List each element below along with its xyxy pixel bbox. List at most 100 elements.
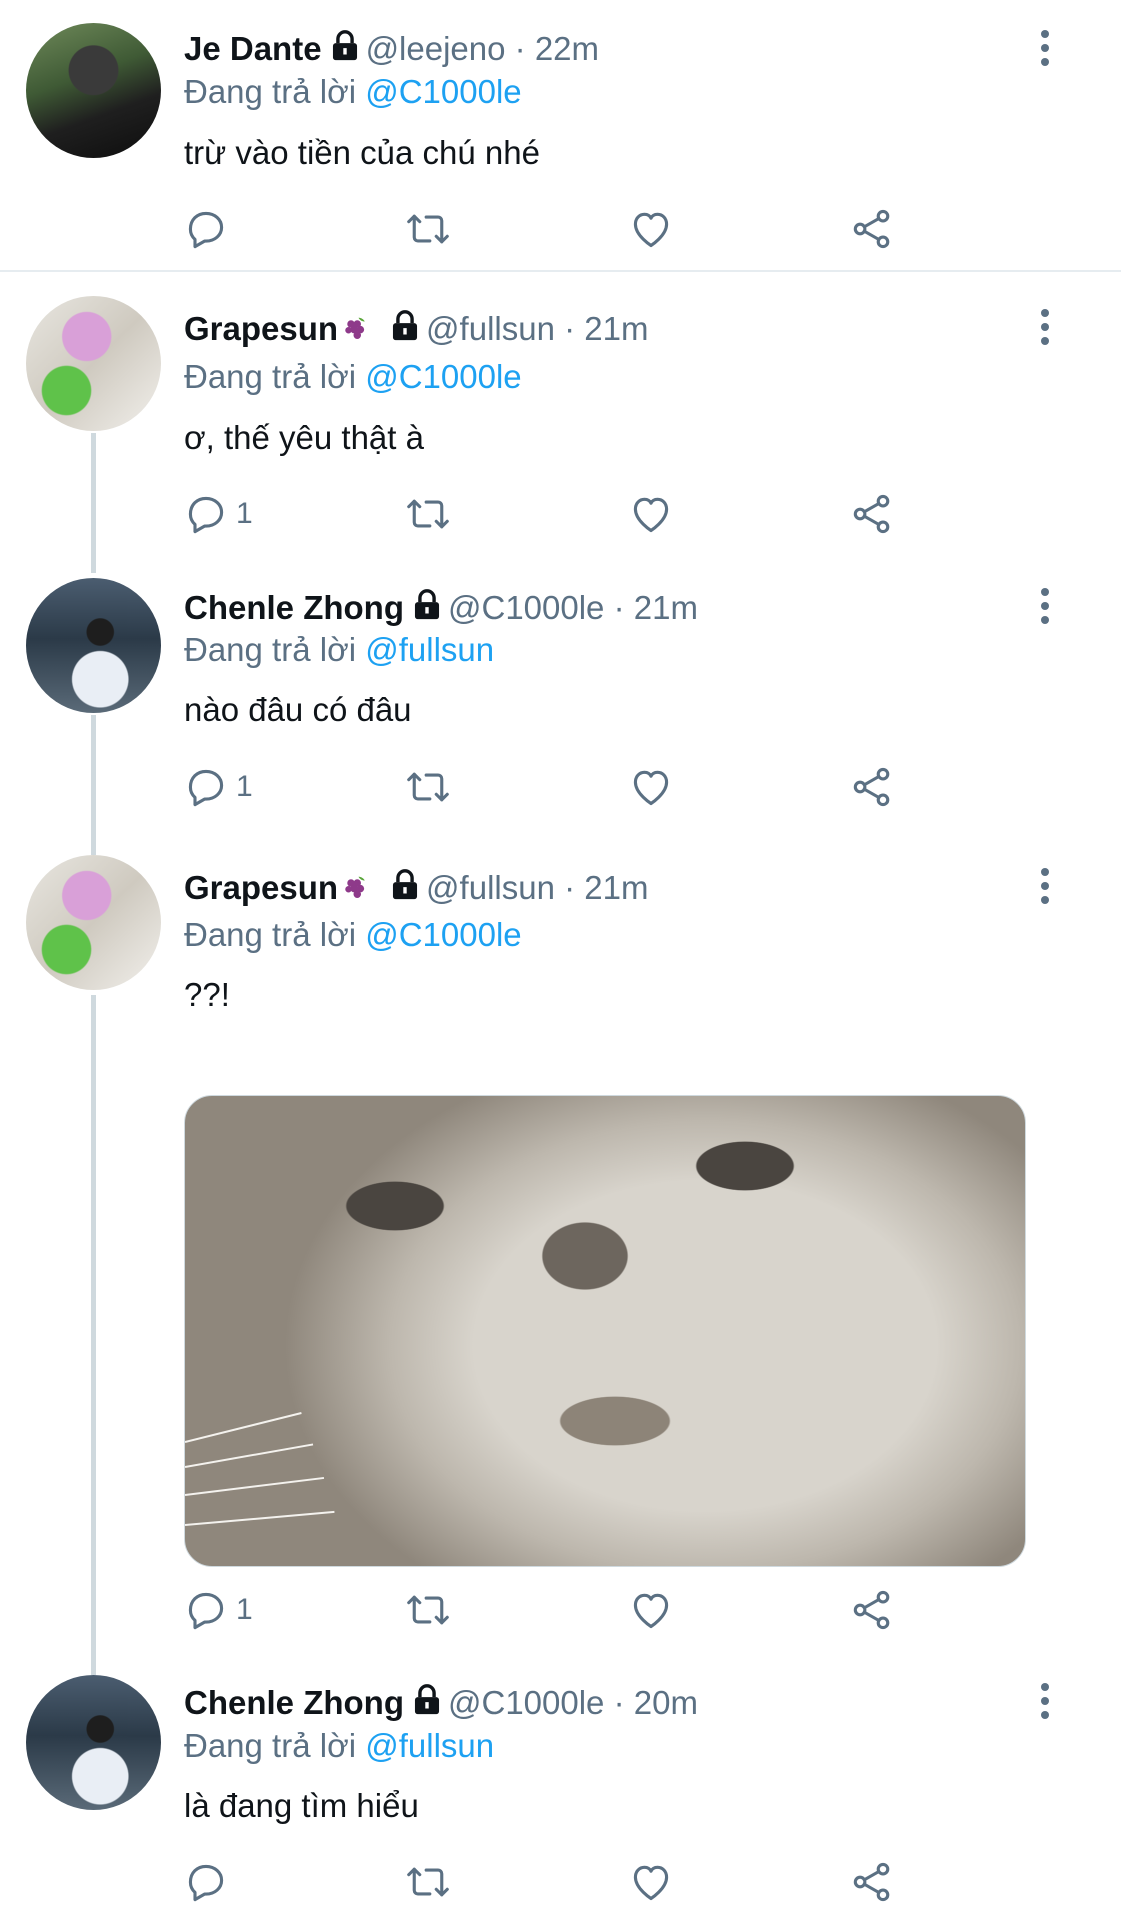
reply-prefix: Đang trả lời <box>184 1727 357 1764</box>
reply-button[interactable] <box>184 1860 228 1906</box>
whisker-decoration <box>185 1476 325 1496</box>
reply-prefix: Đang trả lời <box>184 916 357 953</box>
avatar[interactable] <box>26 578 161 713</box>
reply-icon <box>184 1860 228 1904</box>
retweet-button[interactable] <box>404 492 452 538</box>
reply-button[interactable]: 1 <box>184 492 253 538</box>
more-vertical-icon[interactable] <box>1030 28 1060 68</box>
mention-link[interactable]: @C1000le <box>365 358 521 395</box>
like-button[interactable] <box>629 1588 673 1634</box>
thread-line <box>91 433 96 573</box>
reply-button[interactable] <box>184 207 228 253</box>
tweet-text: nào đâu có đâu <box>184 691 412 728</box>
display-name[interactable]: Grapesun <box>184 310 338 347</box>
more-vertical-icon[interactable] <box>1030 866 1060 906</box>
more-vertical-icon[interactable] <box>1030 586 1060 626</box>
more-vertical-icon[interactable] <box>1030 307 1060 347</box>
share-icon <box>850 492 894 536</box>
lock-icon <box>388 309 422 352</box>
retweet-icon <box>404 1860 452 1904</box>
reply-button[interactable]: 1 <box>184 765 253 811</box>
share-icon <box>850 1588 894 1632</box>
share-icon <box>850 765 894 809</box>
grape-emoji-icon <box>340 872 372 902</box>
timestamp[interactable]: · 20m <box>614 1684 698 1721</box>
tweet-actions <box>184 207 904 253</box>
reply-button[interactable]: 1 <box>184 1588 253 1634</box>
share-icon <box>850 1860 894 1904</box>
share-button[interactable] <box>850 1588 894 1634</box>
timestamp[interactable]: · 22m <box>515 30 599 67</box>
tweet-media-image[interactable] <box>184 1095 1026 1567</box>
avatar[interactable] <box>26 296 161 431</box>
avatar[interactable] <box>26 23 161 158</box>
reply-prefix: Đang trả lời <box>184 631 357 668</box>
handle[interactable]: @fullsun <box>426 869 555 906</box>
heart-icon <box>629 765 673 809</box>
like-button[interactable] <box>629 1860 673 1906</box>
reply-prefix: Đang trả lời <box>184 358 357 395</box>
avatar[interactable] <box>26 855 161 990</box>
handle[interactable]: @fullsun <box>426 310 555 347</box>
tweet-text: ??! <box>184 976 230 1013</box>
lock-icon <box>410 588 444 631</box>
heart-icon <box>629 492 673 536</box>
retweet-button[interactable] <box>404 765 452 811</box>
more-vertical-icon[interactable] <box>1030 1681 1060 1721</box>
tweet-divider <box>0 270 1121 272</box>
heart-icon <box>629 1860 673 1904</box>
reply-count: 1 <box>236 770 253 803</box>
heart-icon <box>629 1588 673 1632</box>
mention-link[interactable]: @C1000le <box>365 73 521 110</box>
grape-emoji-icon <box>340 313 372 343</box>
heart-icon <box>629 207 673 251</box>
lock-icon <box>388 868 422 911</box>
lock-icon <box>328 29 362 72</box>
retweet-icon <box>404 1588 452 1632</box>
mention-link[interactable]: @C1000le <box>365 916 521 953</box>
whisker-decoration <box>185 1411 302 1443</box>
handle[interactable]: @C1000le <box>448 589 604 626</box>
avatar[interactable] <box>26 1675 161 1810</box>
lock-icon <box>410 1683 444 1726</box>
mention-link[interactable]: @fullsun <box>365 631 494 668</box>
like-button[interactable] <box>629 207 673 253</box>
thread-line <box>91 995 96 1675</box>
share-button[interactable] <box>850 207 894 253</box>
timestamp[interactable]: · 21m <box>564 869 648 906</box>
retweet-icon <box>404 207 452 251</box>
like-button[interactable] <box>629 765 673 811</box>
share-button[interactable] <box>850 492 894 538</box>
timestamp[interactable]: · 21m <box>614 589 698 626</box>
whisker-decoration <box>185 1510 335 1526</box>
reply-icon <box>184 765 228 809</box>
tweet-actions: 1 <box>184 492 904 538</box>
reply-count: 1 <box>236 497 253 530</box>
handle[interactable]: @leejeno <box>366 30 506 67</box>
retweet-button[interactable] <box>404 207 452 253</box>
tweet-text: ơ, thế yêu thật à <box>184 419 424 456</box>
reply-count: 1 <box>236 1593 253 1626</box>
handle[interactable]: @C1000le <box>448 1684 604 1721</box>
display-name[interactable]: Je Dante <box>184 30 322 67</box>
like-button[interactable] <box>629 492 673 538</box>
display-name[interactable]: Chenle Zhong <box>184 1684 404 1721</box>
reply-prefix: Đang trả lời <box>184 73 357 110</box>
retweet-icon <box>404 765 452 809</box>
timestamp[interactable]: · 21m <box>564 310 648 347</box>
tweet-actions <box>184 1860 904 1906</box>
retweet-button[interactable] <box>404 1588 452 1634</box>
reply-icon <box>184 1588 228 1632</box>
retweet-button[interactable] <box>404 1860 452 1906</box>
tweet-actions: 1 <box>184 1588 904 1634</box>
reply-icon <box>184 492 228 536</box>
share-button[interactable] <box>850 765 894 811</box>
thread-line <box>91 715 96 855</box>
share-icon <box>850 207 894 251</box>
share-button[interactable] <box>850 1860 894 1906</box>
display-name[interactable]: Chenle Zhong <box>184 589 404 626</box>
mention-link[interactable]: @fullsun <box>365 1727 494 1764</box>
tweet-text: trừ vào tiền của chú nhé <box>184 134 540 171</box>
tweet-actions: 1 <box>184 765 904 811</box>
display-name[interactable]: Grapesun <box>184 869 338 906</box>
